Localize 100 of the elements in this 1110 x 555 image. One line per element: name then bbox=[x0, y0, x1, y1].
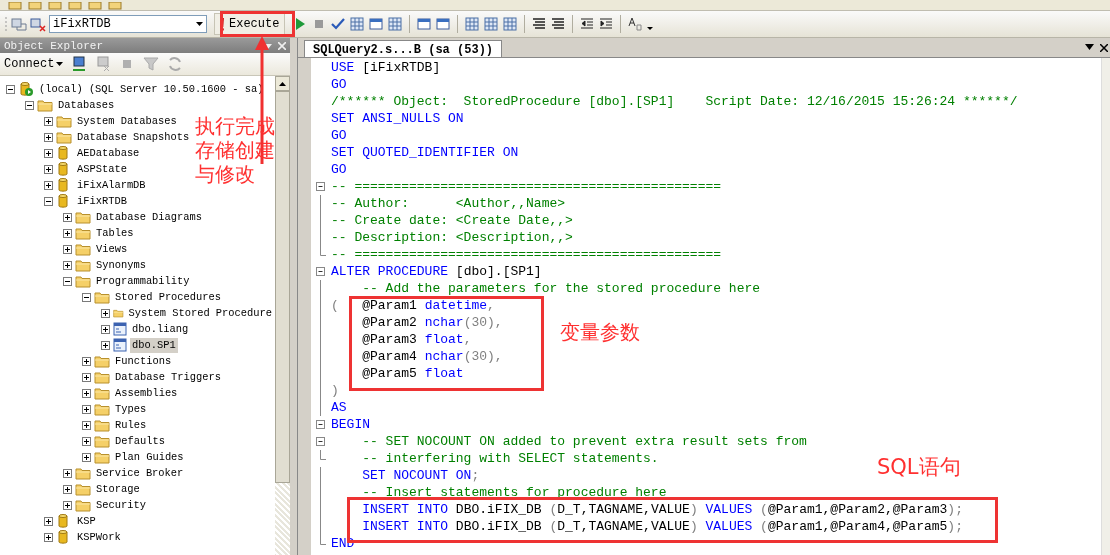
expander-toggle[interactable] bbox=[82, 388, 91, 398]
grid-icon[interactable] bbox=[502, 16, 519, 32]
expander-toggle[interactable] bbox=[44, 116, 53, 126]
expander-toggle[interactable] bbox=[44, 532, 53, 542]
database-dropdown[interactable]: iFixRTDB bbox=[49, 15, 207, 33]
tree-item[interactable]: Views bbox=[94, 241, 130, 257]
expander-toggle[interactable] bbox=[63, 244, 72, 254]
code-line: -- interfering with SELECT statements. bbox=[361, 451, 659, 466]
expander-toggle[interactable] bbox=[82, 420, 91, 430]
tree-item[interactable]: Synonyms bbox=[94, 257, 148, 273]
indent-icon[interactable] bbox=[598, 16, 615, 32]
font-icon[interactable] bbox=[627, 16, 644, 32]
tree-item[interactable]: ASPState bbox=[75, 161, 129, 177]
expander-toggle[interactable] bbox=[63, 484, 72, 494]
collapse-icon[interactable] bbox=[316, 420, 325, 429]
tree-item[interactable]: dbo.SP1 bbox=[130, 337, 178, 353]
tree-item[interactable]: KSPWork bbox=[75, 529, 123, 545]
expander-toggle[interactable] bbox=[82, 372, 91, 382]
expander-toggle[interactable] bbox=[44, 132, 53, 142]
expander-toggle[interactable] bbox=[44, 516, 53, 526]
server-icon bbox=[18, 81, 34, 97]
tree-item[interactable]: Service Broker bbox=[94, 465, 186, 481]
expander-toggle[interactable] bbox=[82, 452, 91, 462]
window-icon[interactable] bbox=[435, 16, 452, 32]
tree-item[interactable]: Database Diagrams bbox=[94, 209, 204, 225]
grid-icon[interactable] bbox=[349, 16, 366, 32]
code-line: ( @Param1 datetime, bbox=[331, 298, 495, 313]
tree-item[interactable]: Assemblies bbox=[113, 385, 180, 401]
collapse-icon[interactable] bbox=[316, 437, 325, 446]
tree-item[interactable]: AEDatabase bbox=[75, 145, 142, 161]
expander-toggle[interactable] bbox=[63, 468, 72, 478]
tree-item[interactable]: Functions bbox=[113, 353, 174, 369]
expander-toggle[interactable] bbox=[101, 308, 110, 318]
code-line: ) bbox=[331, 383, 339, 398]
code-line: -- =============================================== bbox=[331, 179, 722, 194]
expander-toggle[interactable] bbox=[82, 436, 91, 446]
expander-toggle[interactable] bbox=[63, 276, 72, 286]
collapse-icon[interactable] bbox=[316, 182, 325, 191]
tree-item[interactable]: Defaults bbox=[113, 433, 167, 449]
editor-tab[interactable]: SQLQuery2.s...B (sa (53)) bbox=[304, 40, 503, 57]
expander-toggle[interactable] bbox=[44, 180, 53, 190]
tree-item[interactable]: Stored Procedures bbox=[113, 289, 223, 305]
scrollbar-track[interactable] bbox=[1101, 58, 1110, 555]
tree-item[interactable]: Rules bbox=[113, 417, 149, 433]
expander-toggle[interactable] bbox=[44, 164, 53, 174]
expander-toggle[interactable] bbox=[25, 100, 34, 110]
expander-toggle[interactable] bbox=[101, 324, 110, 334]
expander-toggle[interactable] bbox=[82, 356, 91, 366]
expander-toggle[interactable] bbox=[44, 196, 53, 206]
tree-item[interactable]: Database Snapshots bbox=[75, 129, 192, 145]
expander-toggle[interactable] bbox=[63, 260, 72, 270]
expander-toggle[interactable] bbox=[63, 212, 72, 222]
window-icon[interactable] bbox=[368, 16, 385, 32]
tree-item[interactable]: iFixAlarmDB bbox=[75, 177, 148, 193]
code-line: @Param3 float, bbox=[361, 332, 472, 347]
fold-end-mark bbox=[320, 535, 326, 545]
expander-toggle[interactable] bbox=[44, 148, 53, 158]
scroll-up-button[interactable] bbox=[275, 76, 290, 91]
expander-toggle[interactable] bbox=[101, 340, 110, 350]
tree-item[interactable]: Types bbox=[113, 401, 149, 417]
procedure-icon bbox=[113, 322, 127, 336]
expander-toggle[interactable] bbox=[82, 292, 91, 302]
code-line: @Param5 float bbox=[361, 366, 464, 381]
code-line: SET NOCOUNT ON; bbox=[361, 468, 480, 483]
window-icon[interactable] bbox=[416, 16, 433, 32]
collapse-icon[interactable] bbox=[316, 267, 325, 276]
tree-item[interactable]: Database Triggers bbox=[113, 369, 223, 385]
lines-icon[interactable] bbox=[550, 16, 567, 32]
expander-toggle[interactable] bbox=[82, 404, 91, 414]
folder-icon bbox=[75, 482, 91, 496]
tree-item[interactable]: iFixRTDB bbox=[75, 193, 129, 209]
folder-icon bbox=[94, 370, 110, 384]
check-icon[interactable] bbox=[330, 16, 347, 32]
dropdown-icon[interactable] bbox=[1085, 43, 1094, 50]
grid-icon[interactable] bbox=[483, 16, 500, 32]
disconnect-icon[interactable] bbox=[30, 16, 46, 32]
folder-icon bbox=[75, 210, 91, 224]
grid-icon[interactable] bbox=[464, 16, 481, 32]
lines-icon[interactable] bbox=[531, 16, 548, 32]
tree-item[interactable]: Tables bbox=[94, 225, 136, 241]
code-line: GO bbox=[331, 77, 347, 92]
close-icon[interactable] bbox=[1100, 43, 1108, 52]
grid-icon[interactable] bbox=[387, 16, 404, 32]
expander-toggle[interactable] bbox=[63, 228, 72, 238]
tree-item[interactable]: Plan Guides bbox=[113, 449, 186, 465]
tree-item[interactable]: KSP bbox=[75, 513, 98, 529]
expander-toggle[interactable] bbox=[63, 500, 72, 510]
connect-button[interactable]: Connect bbox=[4, 57, 64, 71]
scrollbar-thumb[interactable] bbox=[275, 91, 290, 483]
folder-icon bbox=[37, 98, 53, 112]
tree-item[interactable]: System Stored Procedure bbox=[126, 305, 274, 321]
tree-item[interactable]: Storage bbox=[94, 481, 142, 497]
outdent-icon[interactable] bbox=[579, 16, 596, 32]
tree-item[interactable]: System Databases bbox=[75, 113, 179, 129]
tree-item[interactable]: Databases bbox=[56, 97, 117, 113]
tree-item[interactable]: dbo.liang bbox=[130, 321, 191, 337]
connect-icon[interactable] bbox=[71, 56, 88, 72]
tree-item[interactable]: Programmability bbox=[94, 273, 192, 289]
tree-item[interactable]: Security bbox=[94, 497, 148, 513]
expander-toggle[interactable] bbox=[6, 84, 15, 94]
